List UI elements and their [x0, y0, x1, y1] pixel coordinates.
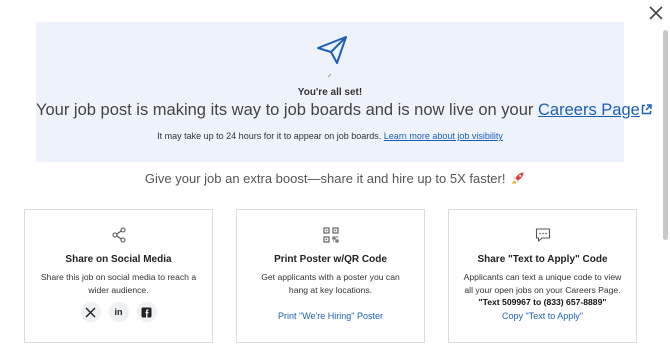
poster-card: Print Poster w/QR Code Get applicants wi… [236, 209, 425, 343]
chat-icon [535, 227, 551, 243]
headline: Your job post is making its way to job b… [36, 101, 652, 120]
poster-card-description: Get applicants with a poster you can han… [261, 272, 400, 295]
boost-text: Give your job an extra boost—share it an… [0, 171, 670, 186]
visibility-note: It may take up to 24 hours for it to app… [36, 131, 624, 141]
share-linkedin-button[interactable]: in [108, 302, 129, 322]
social-buttons: in [25, 302, 212, 322]
text-to-apply-card: Share "Text to Apply" Code Applicants ca… [448, 209, 637, 343]
copy-text-to-apply-link[interactable]: Copy "Text to Apply" [449, 311, 636, 321]
plane-trail-icon [327, 65, 332, 78]
x-icon [85, 307, 96, 317]
text-card-title: Share "Text to Apply" Code [477, 254, 608, 265]
external-link-icon [641, 101, 652, 115]
facebook-icon [141, 307, 152, 318]
social-card-description: Share this job on social media to reach … [40, 272, 197, 295]
rocket-icon [511, 171, 525, 185]
careers-page-link[interactable]: Careers Page [538, 101, 652, 119]
poster-card-title: Print Poster w/QR Code [274, 254, 387, 265]
qr-code-icon [322, 227, 339, 243]
social-card-title: Share on Social Media [65, 254, 172, 265]
print-poster-link[interactable]: Print "We're Hiring" Poster [237, 311, 424, 321]
job-visibility-link[interactable]: Learn more about job visibility [384, 131, 503, 141]
text-to-apply-code: "Text 509967 to (833) 657-8889" [478, 297, 607, 307]
visibility-note-text: It may take up to 24 hours for it to app… [157, 131, 382, 141]
headline-text: Your job post is making its way to job b… [36, 101, 534, 119]
close-button[interactable] [647, 4, 665, 22]
share-facebook-button[interactable] [136, 302, 157, 322]
boost-text-label: Give your job an extra boost—share it an… [144, 171, 506, 186]
social-media-card: Share on Social Media Share this job on … [24, 209, 213, 343]
paper-plane-icon [316, 35, 348, 65]
status-heading: You're all set! [297, 87, 363, 98]
share-icon [111, 227, 127, 243]
close-icon [649, 6, 663, 20]
text-card-description: Applicants can text a unique code to vie… [463, 271, 622, 309]
linkedin-icon: in [114, 307, 123, 317]
scrollbar[interactable] [663, 30, 668, 240]
success-banner: You're all set! Your job post is making … [36, 22, 652, 162]
text-card-description-text: Applicants can text a unique code to vie… [463, 272, 622, 295]
share-x-button[interactable] [80, 302, 101, 322]
